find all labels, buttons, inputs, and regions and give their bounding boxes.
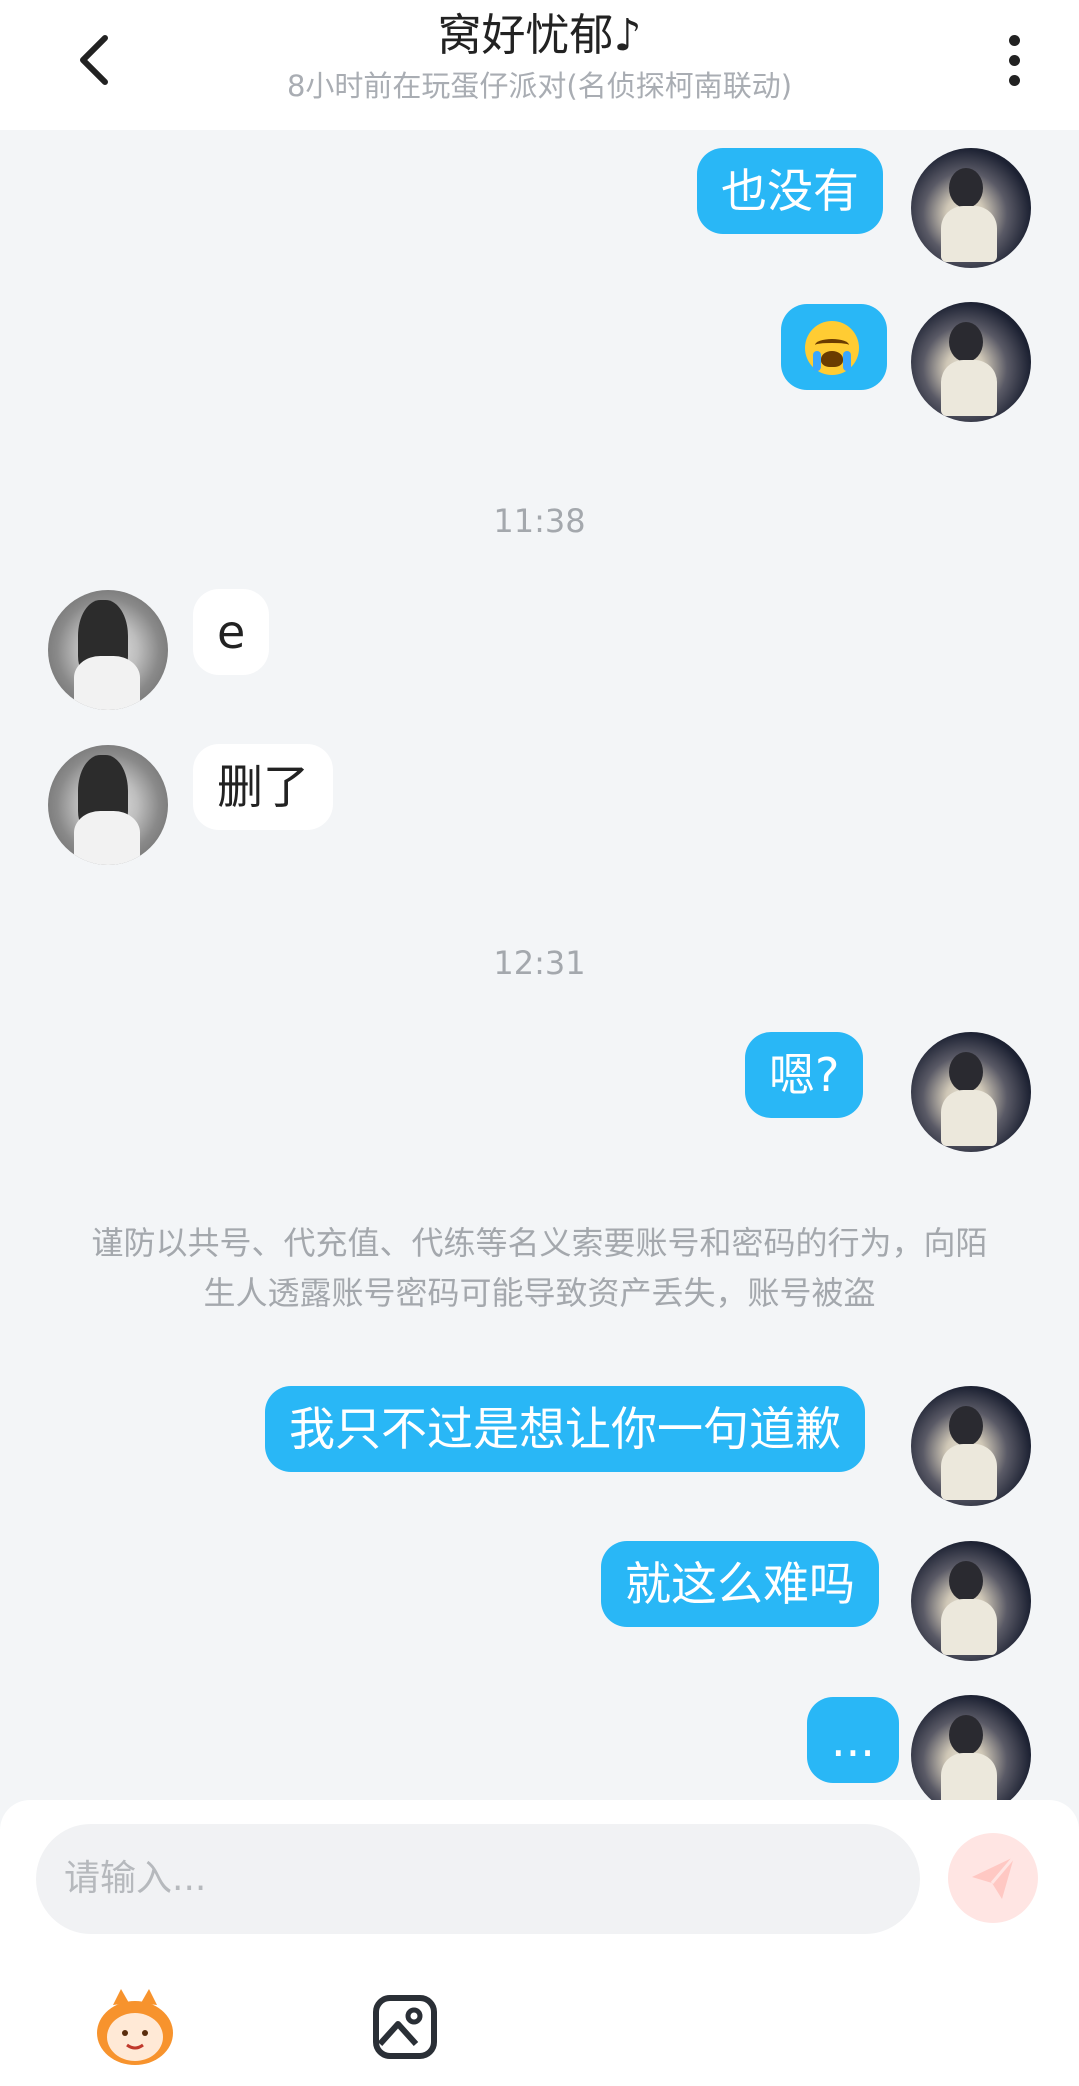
image-button[interactable] [360,1982,450,2072]
my-emoji-bubble[interactable] [781,304,887,390]
my-avatar[interactable] [911,1541,1031,1661]
send-button[interactable] [948,1833,1038,1923]
message-text: ... [831,1713,875,1767]
my-message-bubble[interactable]: ... [807,1697,899,1783]
contact-avatar[interactable] [48,745,168,865]
my-avatar[interactable] [911,148,1031,268]
security-notice: 谨防以共号、代充值、代练等名义索要账号和密码的行为，向陌生人透露账号密码可能导致… [91,1224,988,1312]
their-message-bubble[interactable]: 删了 [193,744,333,830]
message-input[interactable]: 请输入... [36,1824,920,1934]
my-message-bubble[interactable]: 也没有 [697,148,883,234]
paper-plane-icon [972,1856,1016,1899]
message-text: 我只不过是想让你一句道歉 [289,1402,841,1456]
sticker-button[interactable] [90,1982,180,2072]
more-vertical-icon [1008,34,1020,46]
message-text: 就这么难吗 [625,1557,855,1611]
chat-header: 窝好忧郁♪ 8小时前在玩蛋仔派对(名侦探柯南联动) [0,0,1079,130]
image-icon [373,1995,437,2059]
message-timestamp: 12:31 [493,944,586,982]
message-text: 也没有 [721,164,859,218]
more-options-button[interactable] [989,22,1039,98]
message-text: e [217,605,246,659]
eggy-mascot-icon [97,1989,173,2065]
contact-avatar[interactable] [48,590,168,710]
loudly-crying-face-emoji [805,321,859,375]
my-message-bubble[interactable]: 嗯? [745,1032,864,1118]
message-text: 删了 [217,760,309,814]
message-timestamp: 11:38 [493,502,586,540]
contact-name[interactable]: 窝好忧郁♪ [0,8,1079,64]
their-message-bubble[interactable]: e [193,589,270,675]
my-avatar[interactable] [911,302,1031,422]
my-avatar[interactable] [911,1032,1031,1152]
contact-status: 8小时前在玩蛋仔派对(名侦探柯南联动) [286,69,793,103]
my-avatar[interactable] [911,1386,1031,1506]
my-message-bubble[interactable]: 就这么难吗 [601,1541,879,1627]
my-avatar[interactable] [911,1695,1031,1815]
message-composer: 请输入... [0,1800,1079,2086]
message-text: 嗯? [769,1048,840,1102]
my-message-bubble[interactable]: 我只不过是想让你一句道歉 [265,1386,865,1472]
